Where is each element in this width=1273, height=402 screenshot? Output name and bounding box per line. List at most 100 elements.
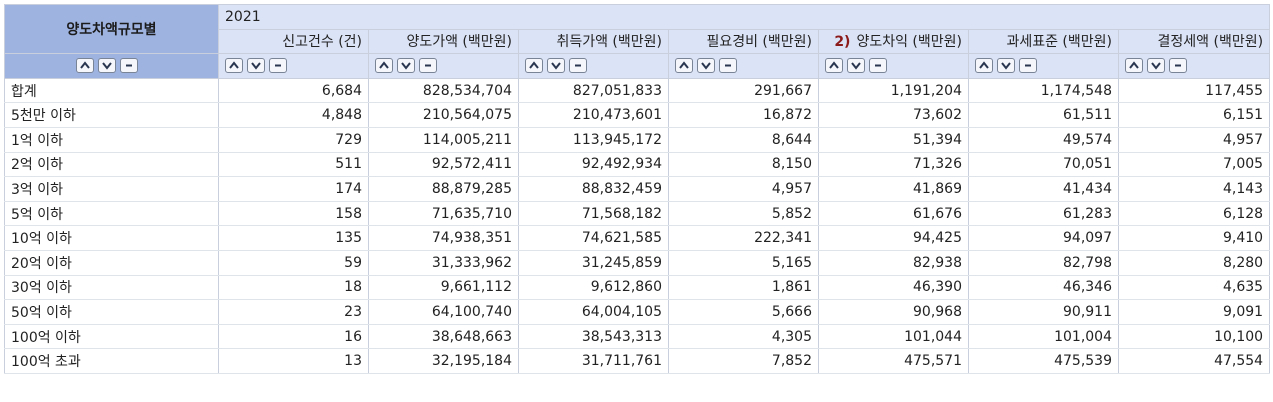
column-remove-icon[interactable] [269,58,287,74]
column-sort-down-icon[interactable] [547,58,565,74]
table-row: 3억 이하 174 88,879,285 88,832,459 4,957 41,869 4… [4,176,1271,202]
row-dimension-header: 양도차액규모별 [4,3,219,55]
column-sort-cell [818,53,969,79]
row-label: 3억 이하 [4,176,219,202]
table-cell: 4,143 [1117,176,1271,202]
column-header-label: 결정세액 (백만원) [1157,34,1264,51]
table-cell: 5,666 [668,299,819,325]
table-cell: 41,869 [818,176,969,202]
column-header: 결정세액 (백만원) [1117,28,1271,55]
column-sort-cell [968,53,1119,79]
row-header-sort-up-icon[interactable] [75,58,94,74]
table-cell: 7,852 [668,348,819,374]
table-cell: 70,051 [968,151,1119,178]
table-cell: 46,390 [818,274,969,301]
column-header-label: 양도가액 (백만원) [406,34,512,51]
table-cell: 31,333,962 [368,249,519,276]
column-header: 취득가액 (백만원) [518,28,669,55]
table-cell: 1,861 [668,274,819,301]
column-header: 필요경비 (백만원) [668,28,819,55]
column-sort-cell [368,53,519,79]
column-sort-down-icon[interactable] [697,58,715,74]
table-cell: 31,245,859 [518,249,669,276]
table-cell: 9,091 [1117,299,1271,325]
table-cell: 74,938,351 [368,225,519,251]
table-cell: 41,434 [968,176,1119,202]
column-header: 신고건수 (건) [218,28,369,55]
column-sort-up-icon[interactable] [525,58,543,74]
table-cell: 51,394 [818,126,969,153]
row-header-sort-cell [4,53,219,79]
data-table: 양도차액규모별 2021 신고건수 (건) 양도가액 (백만원) 취득가액 (백만원… [4,3,1271,374]
table-cell: 90,968 [818,299,969,325]
table-cell: 828,534,704 [368,77,519,104]
table-cell: 16 [218,323,369,350]
table-cell: 61,511 [968,102,1119,128]
table-row: 1억 이하 729 114,005,211 113,945,172 8,644 51,39… [4,126,1271,153]
table-row: 100억 초과 13 32,195,184 31,711,761 7,852 475,57… [4,348,1271,374]
table-cell: 174 [218,176,369,202]
column-sort-cell [668,53,819,79]
table-row: 10억 이하 135 74,938,351 74,621,585 222,341 94,4… [4,225,1271,251]
table-cell: 74,621,585 [518,225,669,251]
column-header-label: 취득가액 (백만원) [556,34,662,51]
column-sort-down-icon[interactable] [247,58,265,74]
column-remove-icon[interactable] [869,58,887,74]
table-cell: 9,612,860 [518,274,669,301]
table-cell: 88,879,285 [368,176,519,202]
column-remove-icon[interactable] [1169,58,1187,74]
table-cell: 18 [218,274,369,301]
row-label: 50억 이하 [4,299,219,325]
column-header: 2) 양도차익 (백만원) [818,28,969,55]
table-row: 30억 이하 18 9,661,112 9,612,860 1,861 46,390 46,… [4,274,1271,301]
table-row: 합계 6,684 828,534,704 827,051,833 291,667 1,19… [4,77,1271,104]
row-label: 2억 이하 [4,151,219,178]
footnote-marker[interactable]: 2) [834,34,850,50]
table-cell: 291,667 [668,77,819,104]
column-sort-up-icon[interactable] [675,58,693,74]
row-label: 5억 이하 [4,200,219,227]
table-cell: 9,661,112 [368,274,519,301]
column-remove-icon[interactable] [569,58,587,74]
table-cell: 88,832,459 [518,176,669,202]
column-header: 양도가액 (백만원) [368,28,519,55]
table-cell: 475,539 [968,348,1119,374]
table-cell: 9,410 [1117,225,1271,251]
table-cell: 135 [218,225,369,251]
table-cell: 10,100 [1117,323,1271,350]
row-header-sort-down-icon[interactable] [97,58,116,74]
table-cell: 1,174,548 [968,77,1119,104]
column-remove-icon[interactable] [1019,58,1037,74]
table-cell: 5,165 [668,249,819,276]
row-header-remove-icon[interactable] [119,58,138,74]
column-remove-icon[interactable] [419,58,437,74]
table-cell: 38,648,663 [368,323,519,350]
table-cell: 64,004,105 [518,299,669,325]
column-sort-up-icon[interactable] [1125,58,1143,74]
column-sort-down-icon[interactable] [997,58,1015,74]
table-cell: 6,128 [1117,200,1271,227]
table-cell: 117,455 [1117,77,1271,104]
column-sort-up-icon[interactable] [375,58,393,74]
table-cell: 101,004 [968,323,1119,350]
table-cell: 8,150 [668,151,819,178]
table-cell: 82,938 [818,249,969,276]
table-cell: 23 [218,299,369,325]
table-cell: 38,543,313 [518,323,669,350]
column-sort-up-icon[interactable] [825,58,843,74]
row-label: 합계 [4,77,219,104]
table-cell: 511 [218,151,369,178]
row-label: 20억 이하 [4,249,219,276]
column-sort-up-icon[interactable] [225,58,243,74]
table-cell: 6,151 [1117,102,1271,128]
column-sort-down-icon[interactable] [847,58,865,74]
table-cell: 222,341 [668,225,819,251]
table-cell: 210,473,601 [518,102,669,128]
year-header: 2021 [217,4,1271,30]
column-remove-icon[interactable] [719,58,737,74]
table-cell: 73,602 [818,102,969,128]
column-sort-up-icon[interactable] [975,58,993,74]
column-sort-down-icon[interactable] [397,58,415,74]
column-sort-down-icon[interactable] [1147,58,1165,74]
table-row: 100억 이하 16 38,648,663 38,543,313 4,305 101,04… [4,323,1271,350]
